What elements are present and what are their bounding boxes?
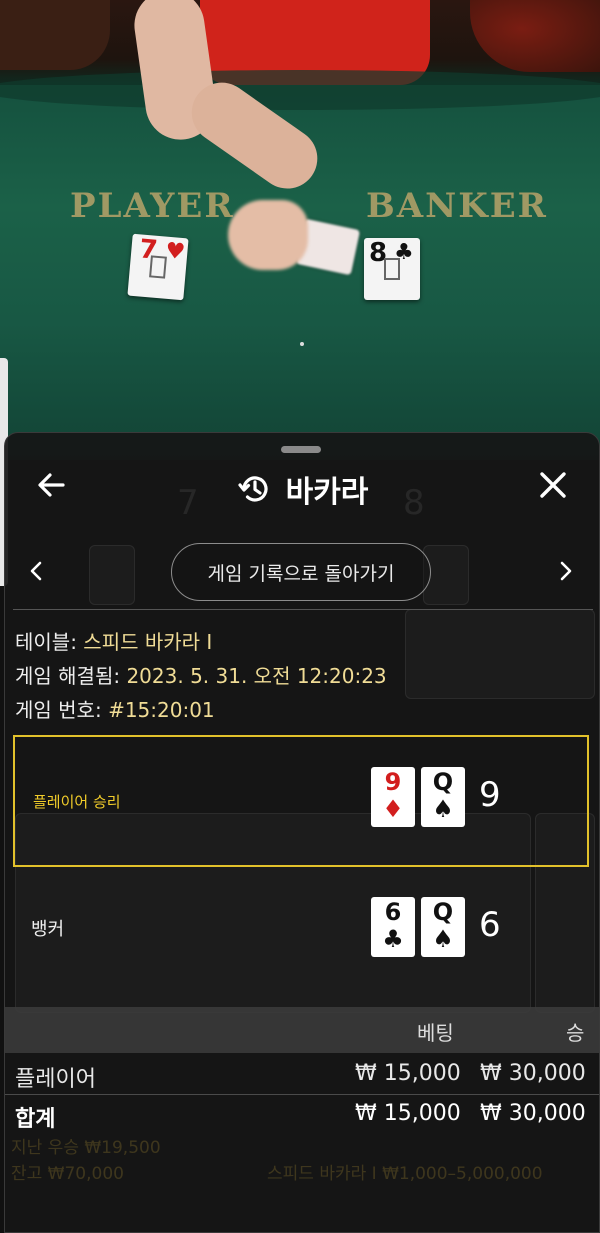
player-card-1: 9 ♦ bbox=[371, 767, 415, 827]
banker-result-row: 뱅커 6 ♣ Q ♠ 6 bbox=[13, 873, 589, 993]
card-suit: ♦ bbox=[382, 795, 404, 823]
dealer-hand bbox=[228, 200, 308, 270]
bet-row-amount: ₩ 15,000 bbox=[355, 1061, 461, 1086]
video-dot bbox=[300, 342, 304, 346]
total-win: ₩ 30,000 bbox=[480, 1101, 586, 1126]
card-suit: ♣ bbox=[382, 925, 404, 953]
player-win-label: 플레이어 승리 bbox=[33, 793, 121, 811]
video-player-card-suit: ♥ bbox=[164, 238, 187, 266]
card-suit: ♠ bbox=[432, 925, 454, 953]
video-card-center bbox=[384, 258, 400, 280]
win-column-header: 승 bbox=[566, 1021, 585, 1045]
banker-label: 뱅커 bbox=[31, 919, 65, 940]
video-player-card: 7 ♥ bbox=[127, 233, 189, 301]
game-number-info: 게임 번호: #15:20:01 bbox=[15, 694, 215, 723]
card-rank: Q bbox=[432, 768, 454, 796]
video-banker-card: 8 ♣ bbox=[364, 238, 420, 300]
bet-row-win: ₩ 30,000 bbox=[480, 1061, 586, 1086]
bet-row-total: 합계 ₩ 15,000 ₩ 30,000 bbox=[5, 1095, 599, 1135]
resolved-info: 게임 해결됨: 2023. 5. 31. 오전 12:20:23 bbox=[15, 660, 387, 689]
bet-column-header: 베팅 bbox=[417, 1021, 454, 1045]
game-number-value: #15:20:01 bbox=[108, 698, 215, 722]
header-divider bbox=[13, 609, 593, 610]
table-info-label: 테이블: bbox=[15, 630, 84, 654]
card-rank: 6 bbox=[384, 898, 402, 926]
app-root: PLAYER BANKER 7 ♥ 8 ♣ 7 8 바카라 게임 기록으로 돌아… bbox=[0, 0, 600, 1233]
ghost-banker-bet-spot bbox=[405, 609, 595, 699]
chair-left bbox=[0, 0, 110, 70]
back-to-history-button[interactable]: 게임 기록으로 돌아가기 bbox=[171, 543, 431, 601]
table-info-value: 스피드 바카라 I bbox=[83, 630, 213, 654]
title-group: 바카라 bbox=[5, 467, 599, 511]
game-navigation: 게임 기록으로 돌아가기 bbox=[5, 541, 599, 601]
chevron-right-icon[interactable] bbox=[553, 559, 577, 583]
banker-score: 6 bbox=[479, 905, 501, 945]
table-edge bbox=[0, 70, 600, 110]
player-card-2: Q ♠ bbox=[421, 767, 465, 827]
bet-row-player: 플레이어 ₩ 15,000 ₩ 30,000 bbox=[5, 1055, 599, 1095]
sheet-grabber[interactable] bbox=[281, 446, 321, 453]
chevron-left-icon[interactable] bbox=[25, 559, 49, 583]
close-button[interactable] bbox=[533, 465, 573, 505]
sheet-title: 바카라 bbox=[285, 475, 369, 510]
resolved-info-value: 2023. 5. 31. 오전 12:20:23 bbox=[126, 664, 387, 688]
game-history-sheet: 7 8 바카라 게임 기록으로 돌아가기 테이블: 스피드 바카라 I 게임 해… bbox=[4, 432, 600, 1233]
video-card-center bbox=[149, 255, 167, 279]
faded-table-limits: 스피드 바카라 I ₩1,000–5,000,000 bbox=[267, 1164, 543, 1184]
bets-table-header: 베팅 승 bbox=[5, 1007, 599, 1053]
total-label: 합계 bbox=[15, 1107, 56, 1132]
felt-player-label: PLAYER bbox=[70, 186, 235, 226]
card-rank: 9 bbox=[384, 768, 402, 796]
history-clock-icon bbox=[237, 476, 268, 502]
banker-card-2: Q ♠ bbox=[421, 897, 465, 957]
faded-balance: 잔고 ₩70,000 bbox=[11, 1164, 124, 1184]
live-video-feed: PLAYER BANKER 7 ♥ 8 ♣ bbox=[0, 0, 600, 460]
player-score: 9 bbox=[479, 775, 501, 815]
close-icon bbox=[540, 472, 566, 498]
bet-row-name: 플레이어 bbox=[15, 1067, 96, 1092]
sheet-header: 바카라 bbox=[5, 453, 599, 523]
total-bet: ₩ 15,000 bbox=[355, 1101, 461, 1126]
felt-banker-label: BANKER bbox=[366, 186, 548, 226]
player-result-row: 플레이어 승리 9 ♦ Q ♠ 9 bbox=[13, 735, 589, 867]
game-number-label: 게임 번호: bbox=[15, 698, 109, 722]
faded-last-win: 지난 우승 ₩19,500 bbox=[11, 1138, 161, 1158]
card-suit: ♠ bbox=[432, 795, 454, 823]
resolved-info-label: 게임 해결됨: bbox=[15, 664, 127, 688]
table-info: 테이블: 스피드 바카라 I bbox=[15, 626, 212, 655]
banker-card-1: 6 ♣ bbox=[371, 897, 415, 957]
card-rank: Q bbox=[432, 898, 454, 926]
